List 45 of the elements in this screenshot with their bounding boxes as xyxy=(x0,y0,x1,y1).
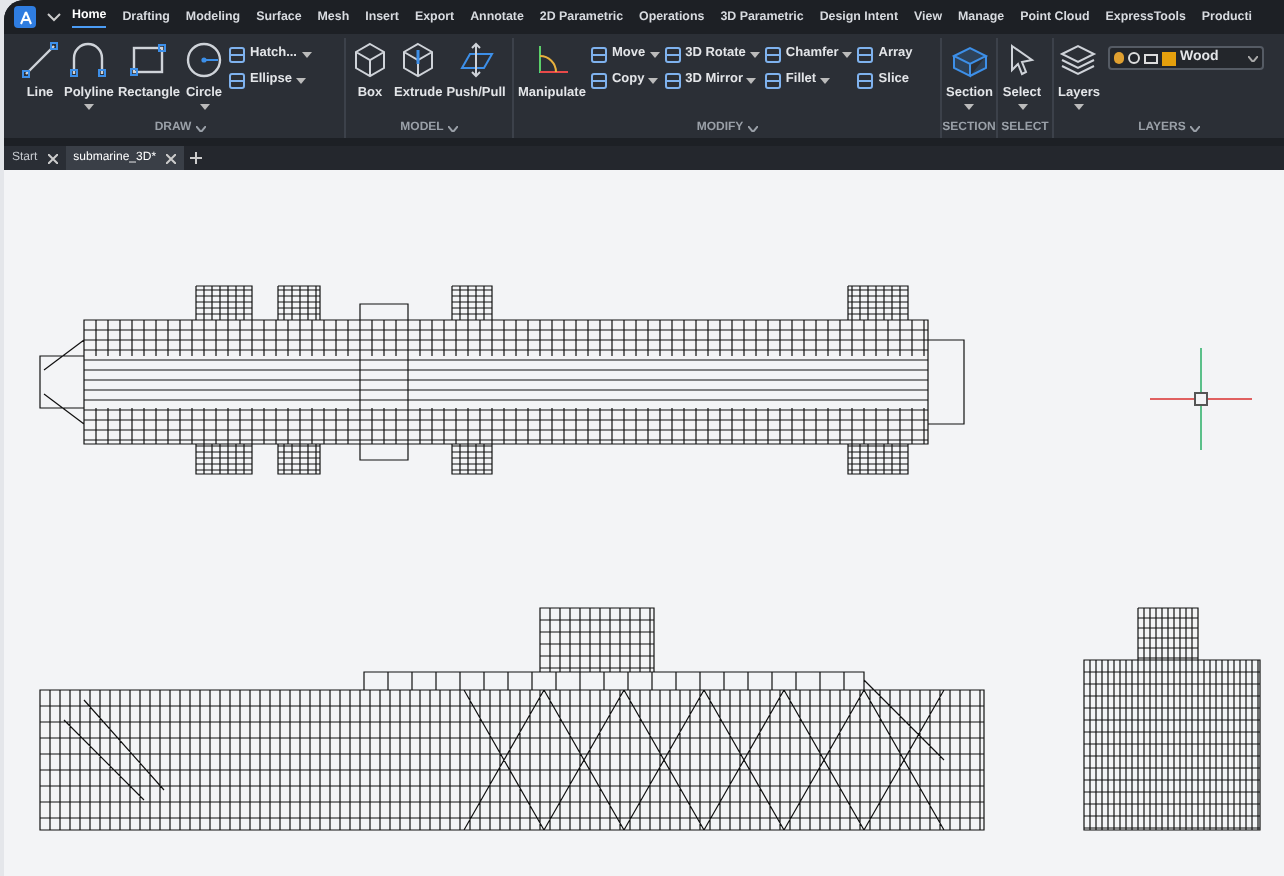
circle-icon xyxy=(184,40,225,80)
tool-icon xyxy=(763,71,782,89)
chevron-down-icon xyxy=(747,125,758,131)
box-icon xyxy=(350,40,390,80)
close-icon[interactable] xyxy=(47,153,58,163)
rectangle-icon xyxy=(128,40,169,80)
chevron-down-icon xyxy=(195,125,206,131)
caret-icon xyxy=(746,77,757,83)
bulb-icon xyxy=(1113,52,1124,64)
close-icon[interactable] xyxy=(166,153,177,163)
caret-icon xyxy=(820,77,831,83)
extrude-icon xyxy=(398,40,439,80)
stacked-layers-icon xyxy=(1058,40,1099,80)
plus-icon[interactable] xyxy=(190,152,203,164)
crosshair-cursor-icon xyxy=(1150,348,1252,450)
caret-icon xyxy=(749,51,760,57)
tool-icon xyxy=(589,71,608,89)
caret-icon xyxy=(1073,104,1084,110)
caret-icon xyxy=(842,51,853,57)
caret-icon xyxy=(301,51,311,57)
tool-icon xyxy=(763,45,782,63)
caret-icon xyxy=(295,77,306,83)
push-pull-icon xyxy=(456,40,497,80)
caret-icon xyxy=(1017,104,1027,110)
tool-icon xyxy=(856,45,875,63)
caret-icon xyxy=(648,77,659,83)
color-swatch-icon xyxy=(1161,51,1176,65)
tool-icon xyxy=(663,45,682,63)
tool-icon xyxy=(856,71,875,89)
chevron-down-icon xyxy=(447,125,458,131)
app-logo-icon[interactable] xyxy=(14,6,36,28)
caret-icon xyxy=(83,104,94,110)
line-icon xyxy=(20,40,60,80)
chevron-down-icon[interactable] xyxy=(46,11,62,23)
polyline-icon xyxy=(68,40,109,80)
chevron-down-icon xyxy=(1189,125,1200,131)
drawing-canvas[interactable] xyxy=(4,170,1284,876)
tool-icon xyxy=(228,71,247,89)
caret-icon xyxy=(964,104,975,110)
tool-icon xyxy=(228,45,247,63)
tool-icon xyxy=(663,71,682,89)
caret-icon xyxy=(649,51,660,57)
chevron-down-icon xyxy=(1247,55,1258,61)
caret-icon xyxy=(199,104,210,110)
tool-icon xyxy=(589,45,608,63)
